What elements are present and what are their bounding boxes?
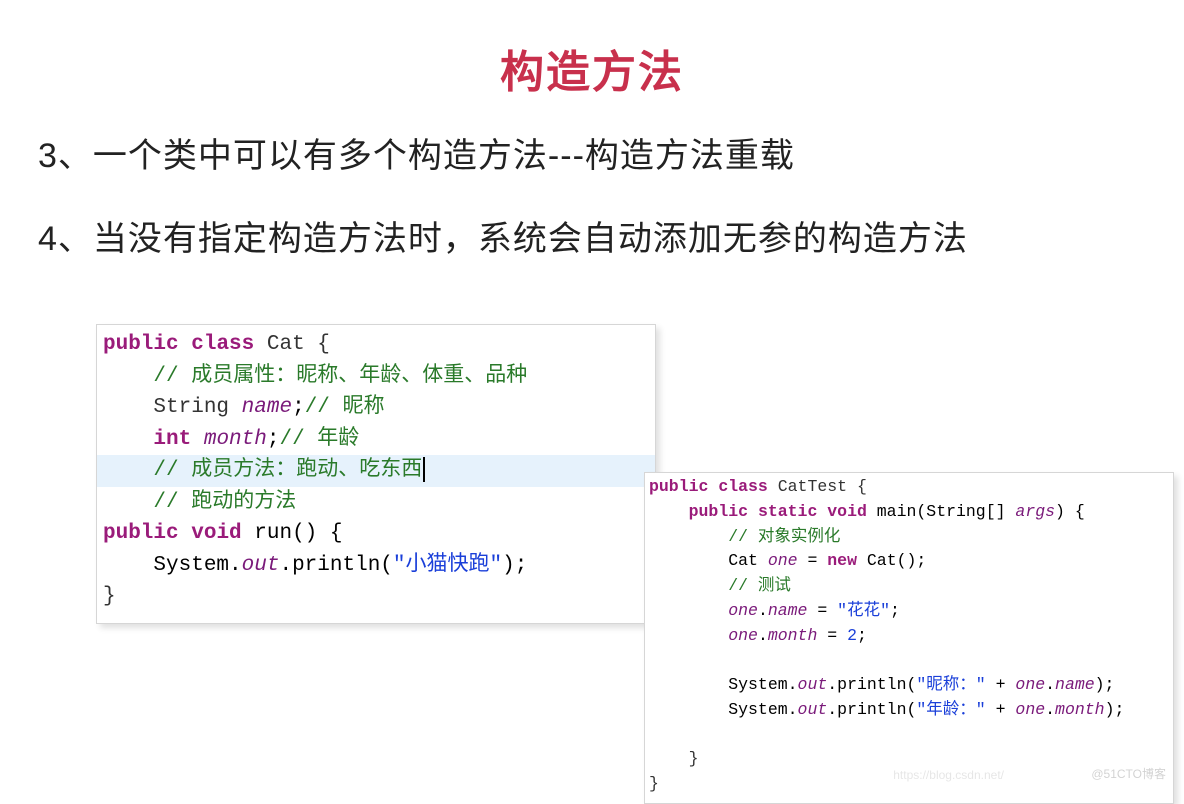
highlighted-line: // 成员方法：跑动、吃东西 xyxy=(97,455,655,487)
kw-new: new xyxy=(827,551,857,570)
ctor-cat: Cat() xyxy=(867,551,917,570)
var-one: one xyxy=(768,551,798,570)
bullet-4-num: 4、 xyxy=(38,220,93,258)
println: println xyxy=(292,554,380,577)
classname-cat: Cat xyxy=(267,333,305,356)
name-r1: name xyxy=(1055,675,1095,694)
str-run: "小猫快跑" xyxy=(393,554,502,577)
comment-methods: // 成员方法：跑动、吃东西 xyxy=(153,459,422,482)
sys-r2: System xyxy=(728,700,787,719)
bullet-3-num: 3、 xyxy=(38,137,93,175)
kw-void-r: void xyxy=(827,502,867,521)
bullet-4-text: 当没有指定构造方法时，系统会自动添加无参的构造方法 xyxy=(93,220,968,258)
str-huahua: "花花" xyxy=(837,601,890,620)
out: out xyxy=(242,554,280,577)
watermark-faint: https://blog.csdn.net/ xyxy=(893,768,1004,782)
one-r1: one xyxy=(1015,675,1045,694)
out-r1: out xyxy=(798,675,828,694)
comment-test: // 测试 xyxy=(728,576,791,595)
code-block-cat-class: public class Cat { // 成员属性：昵称、年龄、体重、品种 S… xyxy=(96,324,656,624)
comment-instantiate: // 对象实例化 xyxy=(728,527,840,546)
param-args: args xyxy=(1015,502,1055,521)
brace-open-r: { xyxy=(857,477,867,496)
month-r2: month xyxy=(1055,700,1105,719)
brace-close-main: } xyxy=(689,749,699,768)
kw-public: public xyxy=(103,333,179,356)
out-r2: out xyxy=(798,700,828,719)
bullet-list: 3、一个类中可以有多个构造方法---构造方法重载 4、当没有指定构造方法时，系统… xyxy=(0,128,1184,260)
comment-properties: // 成员属性：昵称、年龄、体重、品种 xyxy=(153,365,527,388)
println-r2: println xyxy=(837,700,906,719)
plus-1: + xyxy=(996,675,1006,694)
brace-open: { xyxy=(317,333,330,356)
one-name-lhs: one xyxy=(728,601,758,620)
bullet-3: 3、一个类中可以有多个构造方法---构造方法重载 xyxy=(38,128,1184,177)
comment-run: // 跑动的方法 xyxy=(153,491,296,514)
method-main: main xyxy=(877,502,917,521)
kw-void: void xyxy=(191,522,241,545)
watermark-main: @51CTO博客 xyxy=(1091,765,1166,782)
kw-public-main: public xyxy=(689,502,748,521)
one-r2: one xyxy=(1015,700,1045,719)
str-age: "年龄：" xyxy=(916,700,985,719)
page-title: 构造方法 xyxy=(0,36,1184,100)
sys-r1: System xyxy=(728,675,787,694)
sys: System xyxy=(153,554,229,577)
str-nick: "昵称：" xyxy=(916,675,985,694)
bullet-4: 4、当没有指定构造方法时，系统会自动添加无参的构造方法 xyxy=(38,211,1184,260)
num-two: 2 xyxy=(847,626,857,645)
kw-public-2: public xyxy=(103,522,179,545)
type-int: int xyxy=(153,428,191,451)
println-r1: println xyxy=(837,675,906,694)
kw-public-r: public xyxy=(649,477,708,496)
code-block-cattest-class: public class CatTest { public static voi… xyxy=(644,472,1174,804)
brace-close-run: } xyxy=(103,585,116,608)
brace-close-class: } xyxy=(649,774,659,793)
kw-static: static xyxy=(758,502,817,521)
one-month-lhs: one xyxy=(728,626,758,645)
bullet-3-text: 一个类中可以有多个构造方法---构造方法重载 xyxy=(93,137,795,175)
kw-class: class xyxy=(191,333,254,356)
comment-month: // 年龄 xyxy=(279,428,359,451)
kw-class-r: class xyxy=(718,477,768,496)
one-name-field: name xyxy=(768,601,808,620)
method-run: run xyxy=(254,522,292,545)
comment-name: // 昵称 xyxy=(305,396,385,419)
type-cat: Cat xyxy=(728,551,758,570)
field-month: month xyxy=(204,428,267,451)
field-name: name xyxy=(242,396,292,419)
plus-2: + xyxy=(996,700,1006,719)
one-month-field: month xyxy=(768,626,818,645)
param-type: String[] xyxy=(926,502,1005,521)
type-string: String xyxy=(153,396,229,419)
text-cursor-icon xyxy=(423,457,425,482)
classname-cattest: CatTest xyxy=(778,477,847,496)
